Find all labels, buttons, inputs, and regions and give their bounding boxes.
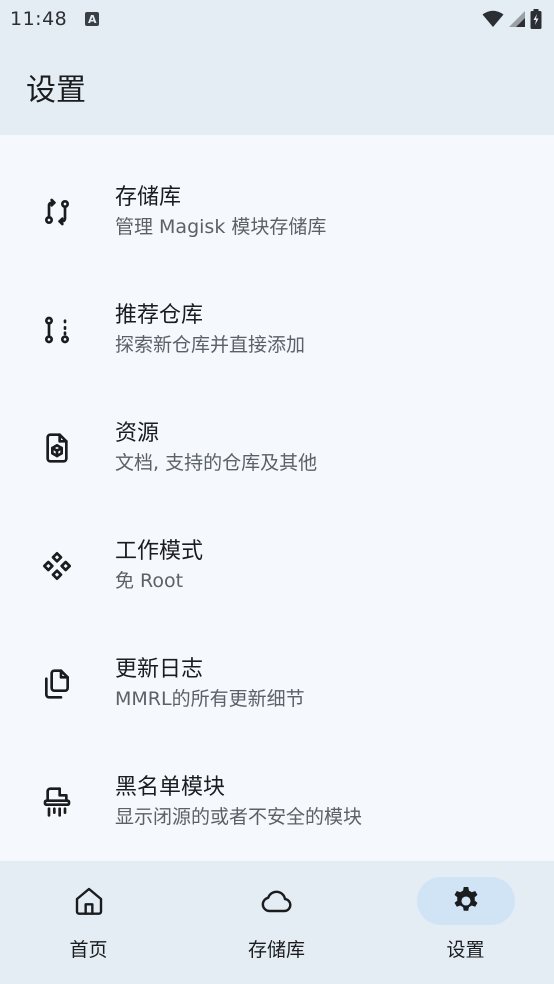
status-time: 11:48 [10,8,68,30]
setting-title: 黑名单模块 [115,775,226,800]
nav-item-repositories[interactable]: 存储库 [184,861,369,984]
setting-text: 更新日志 MMRL的所有更新细节 [115,655,305,713]
setting-subtitle: 文档, 支持的仓库及其他 [115,452,318,474]
nav-indicator [40,877,138,925]
status-right [482,9,542,29]
setting-subtitle: 探索新仓库并直接添加 [115,334,306,356]
gear-icon [454,887,477,911]
nav-indicator [228,877,326,925]
cloud-icon [261,890,291,913]
settings-item-resources[interactable]: 资源 文档, 支持的仓库及其他 [0,389,554,507]
nav-label: 首页 [69,939,108,961]
setting-subtitle: MMRL的所有更新细节 [115,688,305,710]
settings-item-blacklisted-modules[interactable]: 黑名单模块 显示闭源的或者不安全的模块 [0,743,554,861]
setting-text: 工作模式 免 Root [115,537,203,595]
file-box-icon [38,429,76,467]
shredder-icon [38,783,76,821]
settings-item-changelog[interactable]: 更新日志 MMRL的所有更新细节 [0,625,554,743]
status-left: 11:48 A [10,8,100,30]
setting-text: 黑名单模块 显示闭源的或者不安全的模块 [115,773,362,831]
home-icon [75,887,102,915]
setting-text: 存储库 管理 Magisk 模块存储库 [115,183,326,241]
files-icon [38,665,76,703]
setting-text: 推荐仓库 探索新仓库并直接添加 [115,301,305,359]
nav-item-settings[interactable]: 设置 [373,861,554,984]
nav-label: 存储库 [247,939,305,961]
settings-item-recommended-repos[interactable]: 推荐仓库 探索新仓库并直接添加 [0,271,554,389]
nav-active-indicator [416,877,515,925]
nav-item-home[interactable]: 首页 [0,861,181,984]
components-icon [38,547,76,585]
setting-title: 更新日志 [115,657,204,682]
settings-item-repositories[interactable]: 存储库 管理 Magisk 模块存储库 [0,153,554,271]
wifi-icon [482,10,504,27]
setting-subtitle: 显示闭源的或者不安全的模块 [115,806,363,828]
setting-title: 存储库 [115,185,182,210]
git-compare-icon [38,193,76,231]
signal-icon [509,11,525,27]
setting-subtitle: 免 Root [115,570,184,592]
status-bar: 11:48 A [0,0,554,38]
notification-a-icon: A [85,12,100,26]
git-pull-request-draft-icon [38,311,76,349]
setting-title: 资源 [115,421,160,446]
battery-charging-icon [530,9,542,29]
top-app-bar: 设置 [0,38,554,135]
settings-item-working-mode[interactable]: 工作模式 免 Root [0,507,554,625]
setting-text: 资源 文档, 支持的仓库及其他 [115,419,317,477]
nav-label: 设置 [446,939,485,961]
bottom-navigation: 首页 存储库 设置 [0,861,554,984]
page-title: 设置 [26,72,86,108]
setting-subtitle: 管理 Magisk 模块存储库 [115,216,327,238]
setting-title: 工作模式 [115,539,204,564]
setting-title: 推荐仓库 [115,303,204,328]
settings-list: 存储库 管理 Magisk 模块存储库 推荐仓库 探索新仓库并直接添加 资源 文… [0,135,554,861]
